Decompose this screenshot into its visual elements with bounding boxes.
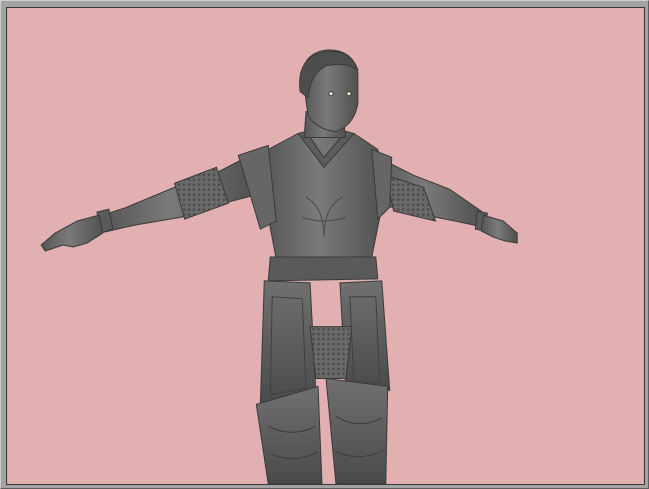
- model-left-leg: [255, 385, 323, 484]
- model-front-apron: [309, 326, 353, 379]
- viewport-canvas[interactable]: [7, 8, 644, 484]
- model-eye-left: [328, 90, 334, 97]
- model-eye-right: [346, 90, 352, 97]
- model-torso: [261, 132, 387, 260]
- model-skirt-left: [259, 280, 317, 407]
- 3d-viewport[interactable]: [6, 7, 645, 485]
- model-belt: [267, 256, 379, 282]
- model-right-leg: [325, 377, 389, 484]
- viewport-window-frame: [0, 0, 649, 489]
